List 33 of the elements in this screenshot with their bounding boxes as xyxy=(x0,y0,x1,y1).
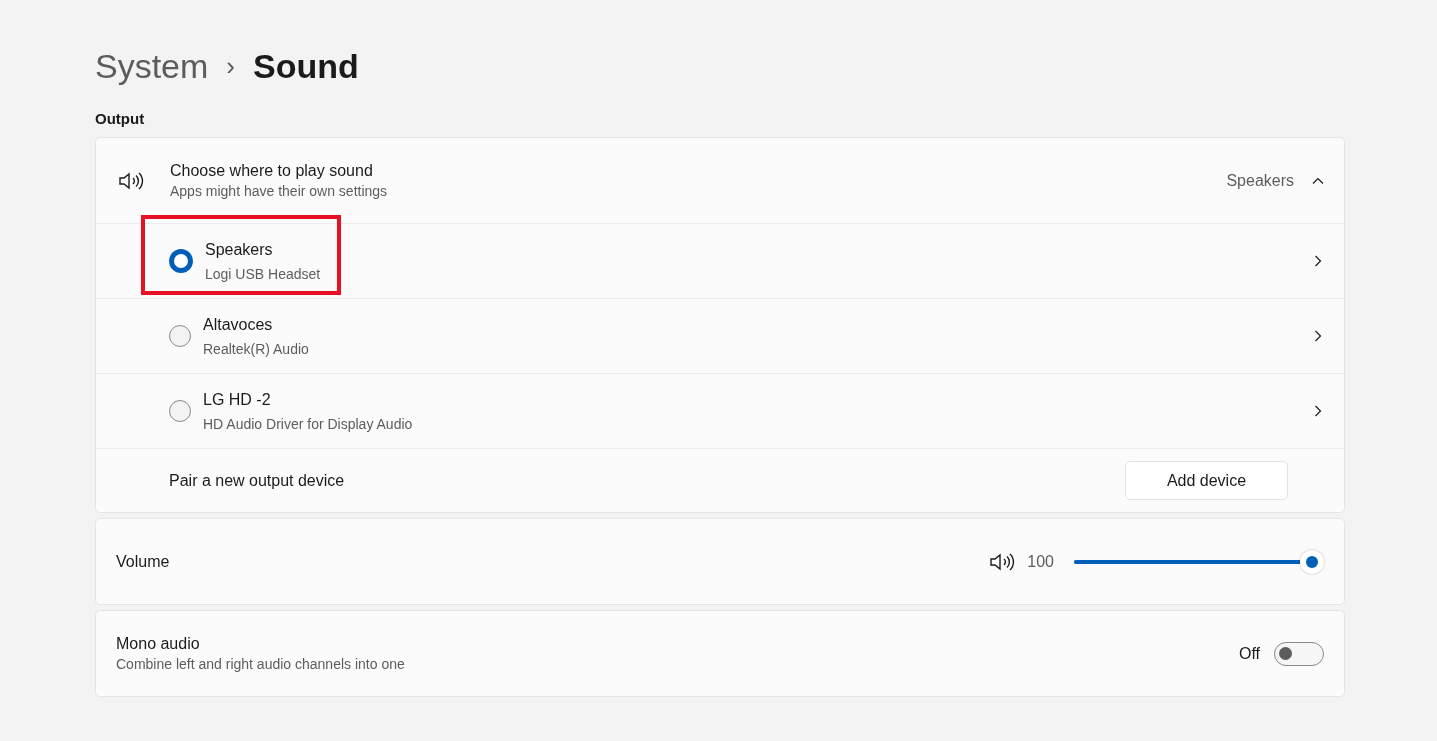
pair-label: Pair a new output device xyxy=(169,471,346,490)
device-row[interactable]: LG HD -2 HD Audio Driver for Display Audio xyxy=(96,373,1344,448)
device-name: LG HD -2 xyxy=(203,390,272,409)
setting-description: Combine left and right audio channels into one xyxy=(116,656,406,672)
toggle-switch[interactable] xyxy=(1274,641,1324,666)
toggle-state-label: Off xyxy=(1238,644,1260,663)
device-name: Speakers xyxy=(205,240,274,259)
page-title: Sound xyxy=(253,46,359,86)
volume-reading: 100 xyxy=(1027,552,1054,571)
device-row[interactable]: Altavoces Realtek(R) Audio xyxy=(96,298,1344,373)
setting-description: Apps might have their own settings xyxy=(170,183,389,199)
radio-button[interactable] xyxy=(169,249,193,273)
setting-title: Mono audio xyxy=(116,635,201,653)
device-name: Altavoces xyxy=(203,315,274,334)
current-device: Speakers xyxy=(1226,171,1294,190)
section-title: Output xyxy=(95,110,146,127)
radio-button[interactable] xyxy=(169,325,191,347)
device-driver: Realtek(R) Audio xyxy=(203,340,310,357)
slider-thumb[interactable] xyxy=(1300,549,1324,574)
device-row[interactable]: Speakers Logi USB Headset xyxy=(96,223,1344,298)
speaker-icon xyxy=(118,170,144,191)
chevron-right-icon[interactable] xyxy=(1312,405,1324,417)
speaker-icon xyxy=(989,551,1016,572)
chevron-right-icon[interactable] xyxy=(1312,255,1324,267)
add-device-button[interactable]: Add device xyxy=(1125,461,1288,500)
breadcrumb-parent[interactable]: System xyxy=(95,46,209,86)
breadcrumb-separator: › xyxy=(226,50,236,82)
device-driver: Logi USB Headset xyxy=(205,265,322,282)
radio-button[interactable] xyxy=(169,400,191,422)
device-driver: HD Audio Driver for Display Audio xyxy=(203,415,414,432)
volume-label: Volume xyxy=(116,552,171,571)
setting-title: Choose where to play sound xyxy=(170,162,374,180)
chevron-right-icon[interactable] xyxy=(1312,330,1324,342)
